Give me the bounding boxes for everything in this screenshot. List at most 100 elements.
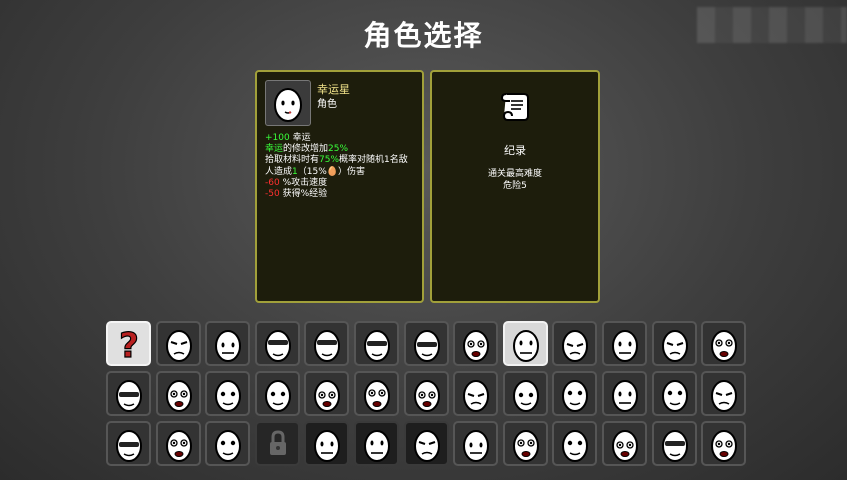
doctor-icon	[661, 379, 688, 412]
character-slot-jack[interactable]	[404, 421, 449, 466]
fisherman-icon	[611, 429, 638, 462]
generalist-icon	[611, 329, 638, 362]
streamer-icon	[214, 429, 241, 462]
lock-icon	[269, 429, 286, 455]
character-slot-saver[interactable]	[255, 371, 300, 416]
ranger-icon	[313, 329, 340, 362]
stat-text: 幸运	[289, 133, 311, 143]
stat-text: %攻击速度	[279, 177, 328, 188]
character-info-panel: 幸运星 角色 +100 幸运 幸运的修改增加25% 拾取材料时有75%概率对随机1名…	[255, 70, 424, 303]
record-panel: 纪录 通关最高难度 危险5	[430, 70, 600, 303]
stat-text: 获得%经验	[279, 189, 328, 200]
glutton-icon	[363, 429, 390, 462]
stat-text: -50	[265, 189, 280, 200]
stat-line: 幸运的修改增加25%	[265, 144, 420, 155]
character-slot-golem[interactable]	[652, 421, 697, 466]
gladiator-icon	[214, 379, 241, 412]
loud-icon	[661, 329, 688, 362]
lucky-egg-icon	[274, 88, 302, 122]
arms-dealer-icon	[165, 429, 192, 462]
stat-text: （15%🥚）伤害	[297, 166, 365, 177]
character-slot-streamer[interactable]	[205, 421, 250, 466]
brawler-icon	[214, 329, 241, 362]
random-question-icon: ?	[118, 325, 139, 363]
golem-icon	[661, 429, 688, 462]
engineer-icon	[561, 379, 588, 412]
character-slot-engineer[interactable]	[552, 371, 597, 416]
character-slot-farmer[interactable]	[354, 371, 399, 416]
stat-text: 75%	[319, 155, 340, 166]
lich-icon	[462, 429, 489, 462]
character-slot-hunter[interactable]	[701, 371, 746, 416]
artificer-icon	[115, 429, 142, 462]
character-slot-fisherman[interactable]	[602, 421, 647, 466]
stat-line: +100 幸运	[265, 133, 420, 144]
mage-icon	[363, 329, 390, 362]
character-portrait	[265, 80, 311, 126]
cyborg-icon	[313, 429, 340, 462]
character-slot-ranger[interactable]	[304, 321, 349, 366]
stat-text: 人造成	[265, 166, 293, 177]
stat-text: 概率对随机1名敌	[339, 155, 408, 166]
character-slot-loud[interactable]	[652, 321, 697, 366]
character-slot-entrepreneur[interactable]	[503, 371, 548, 416]
character-slot-crazy[interactable]	[255, 321, 300, 366]
character-slot-generalist[interactable]	[602, 321, 647, 366]
character-slot-arms-dealer[interactable]	[156, 421, 201, 466]
old-icon	[462, 329, 489, 362]
crazy-icon	[264, 329, 291, 362]
character-slot-ghost[interactable]	[404, 371, 449, 416]
saver-icon	[264, 379, 291, 412]
character-slot-well-rounded[interactable]	[156, 321, 201, 366]
character-slot-mage[interactable]	[354, 321, 399, 366]
jack-icon	[413, 429, 440, 462]
character-slot-gladiator[interactable]	[205, 371, 250, 416]
character-slot-lock	[255, 421, 300, 466]
character-slot-old[interactable]	[453, 321, 498, 366]
character-slot-artificer[interactable]	[106, 421, 151, 466]
character-slot-cryptid[interactable]	[552, 421, 597, 466]
ghost-icon	[413, 379, 440, 412]
character-slot-chunky[interactable]	[404, 321, 449, 366]
character-slot-lich[interactable]	[453, 421, 498, 466]
stat-line: 人造成1（15%🥚）伤害	[265, 167, 420, 178]
stat-text: 幸运	[265, 144, 284, 155]
scroll-icon	[500, 93, 529, 121]
character-slot-random-question[interactable]: ?	[106, 321, 151, 366]
explorer-icon	[611, 379, 638, 412]
farmer-icon	[363, 379, 390, 412]
character-slot-apprentice[interactable]	[503, 421, 548, 466]
well-rounded-icon	[165, 329, 192, 362]
character-slot-mutant[interactable]	[552, 321, 597, 366]
record-title: 纪录	[504, 144, 526, 157]
lucky-icon	[512, 329, 539, 362]
character-slot-sick[interactable]	[304, 371, 349, 416]
sick-icon	[313, 379, 340, 412]
stat-text: 25%	[328, 144, 349, 155]
character-type: 角色	[317, 99, 337, 110]
character-slot-king[interactable]	[701, 421, 746, 466]
character-slot-explorer[interactable]	[602, 371, 647, 416]
hunter-icon	[710, 379, 737, 412]
svg-text:?: ?	[119, 326, 139, 363]
character-stats: +100 幸运 幸运的修改增加25% 拾取材料时有75%概率对随机1名敌 人造成1（1…	[265, 133, 420, 200]
stat-text: -60	[265, 177, 280, 188]
king-icon	[710, 429, 737, 462]
character-slot-brawler[interactable]	[205, 321, 250, 366]
character-slot-lucky[interactable]	[503, 321, 548, 366]
character-slot-doctor[interactable]	[652, 371, 697, 416]
character-slot-pacifist[interactable]	[156, 371, 201, 416]
entrepreneur-icon	[512, 379, 539, 412]
pacifist-icon	[165, 379, 192, 412]
stat-text: +100	[265, 133, 290, 143]
wildling-icon	[115, 379, 142, 412]
character-slot-cyborg[interactable]	[304, 421, 349, 466]
character-slot-speedy[interactable]	[453, 371, 498, 416]
record-line-2: 危险5	[503, 181, 527, 191]
character-slot-glutton[interactable]	[354, 421, 399, 466]
blurred-overlay	[697, 7, 847, 43]
speedy-icon	[462, 379, 489, 412]
cryptid-icon	[561, 429, 588, 462]
character-slot-multitasker[interactable]	[701, 321, 746, 366]
character-slot-wildling[interactable]	[106, 371, 151, 416]
